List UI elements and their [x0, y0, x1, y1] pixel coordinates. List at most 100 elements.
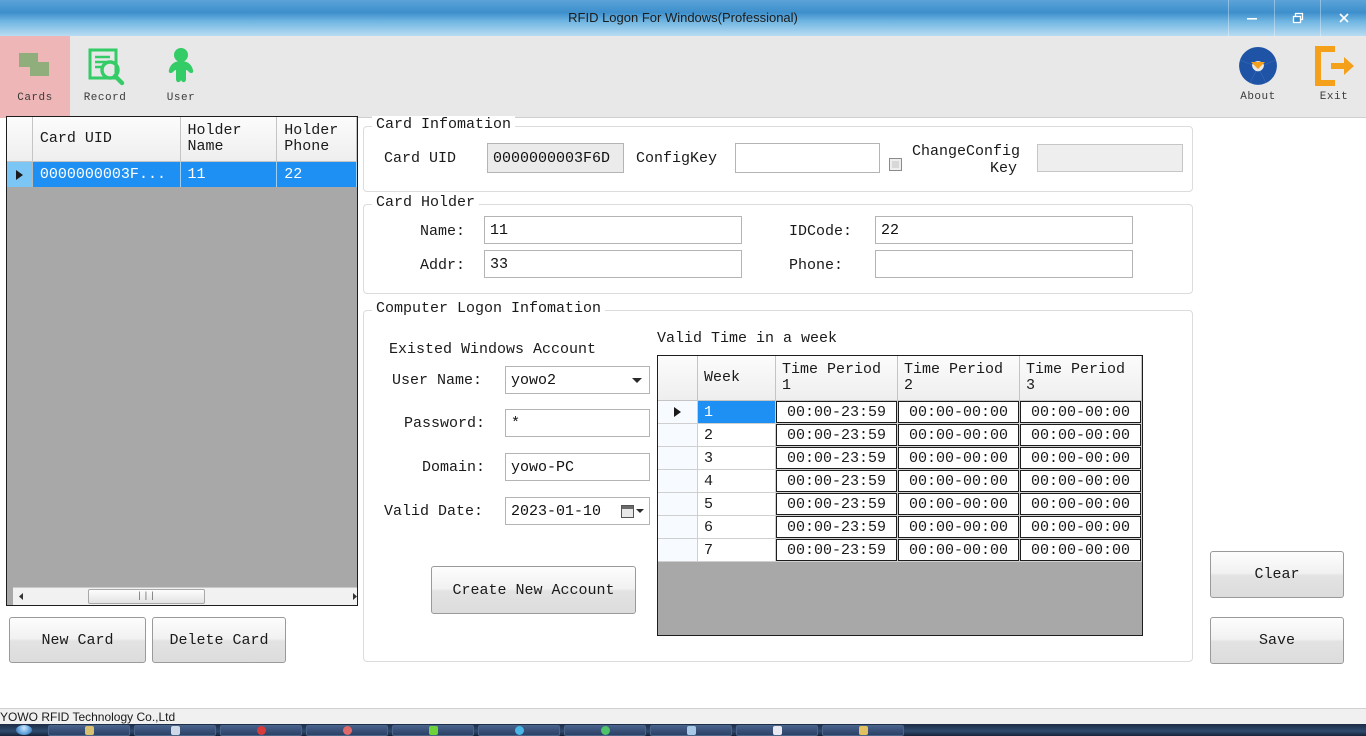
cell-period-3[interactable]: 00:00-00:00	[1020, 470, 1142, 493]
user-name-dropdown[interactable]: yowo2	[505, 366, 650, 394]
toolbar-item-record[interactable]: Record	[70, 36, 140, 118]
table-row[interactable]: 4 00:00-23:59 00:00-00:00 00:00-00:00	[658, 470, 1142, 493]
taskbar-item[interactable]	[48, 725, 130, 736]
card-grid-horizontal-scrollbar[interactable]: |||	[13, 587, 358, 605]
restore-button[interactable]	[1274, 0, 1320, 36]
valid-time-title: Valid Time in a week	[657, 330, 837, 347]
card-grid-header-holder-name[interactable]: Holder Name	[181, 117, 278, 162]
cell-week[interactable]: 3	[698, 447, 776, 470]
os-taskbar[interactable]	[0, 724, 1366, 736]
cell-week[interactable]: 7	[698, 539, 776, 562]
idcode-field[interactable]: 22	[875, 216, 1133, 244]
cell-period-2[interactable]: 00:00-00:00	[898, 470, 1020, 493]
table-row[interactable]: 0000000003F... 11 22	[7, 162, 357, 187]
cell-period-3[interactable]: 00:00-00:00	[1020, 539, 1142, 562]
domain-field[interactable]: yowo-PC	[505, 453, 650, 481]
cell-period-1[interactable]: 00:00-23:59	[776, 470, 898, 493]
taskbar-item[interactable]	[220, 725, 302, 736]
create-new-account-button[interactable]: Create New Account	[431, 566, 636, 614]
table-row[interactable]: 3 00:00-23:59 00:00-00:00 00:00-00:00	[658, 447, 1142, 470]
scroll-left-icon[interactable]	[13, 588, 30, 605]
cell-period-3[interactable]: 00:00-00:00	[1020, 401, 1142, 424]
table-row[interactable]: 7 00:00-23:59 00:00-00:00 00:00-00:00	[658, 539, 1142, 562]
holder-addr-field[interactable]: 33	[484, 250, 742, 278]
cell-period-2[interactable]: 00:00-00:00	[898, 424, 1020, 447]
card-list-grid[interactable]: Card UID Holder Name Holder Phone 000000…	[6, 116, 358, 606]
cell-period-3[interactable]: 00:00-00:00	[1020, 447, 1142, 470]
scrollbar-thumb[interactable]: |||	[88, 589, 205, 604]
change-config-key-field[interactable]	[1037, 144, 1183, 172]
toolbar-item-about[interactable]: About	[1220, 36, 1296, 118]
config-key-field[interactable]	[735, 143, 880, 173]
holder-name-label: Name:	[420, 223, 465, 240]
cell-week[interactable]: 1	[698, 401, 776, 424]
valid-time-header-week[interactable]: Week	[698, 356, 776, 401]
cell-card-uid[interactable]: 0000000003F...	[33, 162, 181, 187]
cell-period-1[interactable]: 00:00-23:59	[776, 516, 898, 539]
minimize-button[interactable]	[1228, 0, 1274, 36]
scrollbar-track[interactable]: |||	[30, 588, 346, 605]
cell-period-3[interactable]: 00:00-00:00	[1020, 516, 1142, 539]
row-marker-cell	[658, 424, 698, 447]
table-row[interactable]: 2 00:00-23:59 00:00-00:00 00:00-00:00	[658, 424, 1142, 447]
save-button[interactable]: Save	[1210, 617, 1344, 664]
cell-period-2[interactable]: 00:00-00:00	[898, 539, 1020, 562]
cell-holder-phone[interactable]: 22	[277, 162, 357, 187]
holder-name-field[interactable]: 11	[484, 216, 742, 244]
close-button[interactable]	[1320, 0, 1366, 36]
cell-period-1[interactable]: 00:00-23:59	[776, 493, 898, 516]
valid-time-header-period-1[interactable]: Time Period 1	[776, 356, 898, 401]
toolbar-item-cards[interactable]: Cards	[0, 36, 70, 118]
main-toolbar: Cards Record User	[0, 36, 1366, 118]
table-row[interactable]: 1 00:00-23:59 00:00-00:00 00:00-00:00	[658, 401, 1142, 424]
cell-week[interactable]: 2	[698, 424, 776, 447]
cell-period-3[interactable]: 00:00-00:00	[1020, 424, 1142, 447]
valid-time-header-period-2[interactable]: Time Period 2	[898, 356, 1020, 401]
valid-time-table[interactable]: Week Time Period 1 Time Period 2 Time Pe…	[657, 355, 1143, 636]
password-field[interactable]: *	[505, 409, 650, 437]
cell-period-1[interactable]: 00:00-23:59	[776, 447, 898, 470]
taskbar-item[interactable]	[736, 725, 818, 736]
exit-icon	[1311, 42, 1357, 90]
taskbar-item[interactable]	[134, 725, 216, 736]
taskbar-item[interactable]	[478, 725, 560, 736]
cell-period-2[interactable]: 00:00-00:00	[898, 516, 1020, 539]
cell-holder-name[interactable]: 11	[181, 162, 278, 187]
cell-period-3[interactable]: 00:00-00:00	[1020, 493, 1142, 516]
scroll-right-icon[interactable]	[346, 588, 358, 605]
cell-period-1[interactable]: 00:00-23:59	[776, 401, 898, 424]
clear-button[interactable]: Clear	[1210, 551, 1344, 598]
taskbar-item[interactable]	[564, 725, 646, 736]
cell-period-2[interactable]: 00:00-00:00	[898, 493, 1020, 516]
cell-week[interactable]: 4	[698, 470, 776, 493]
toolbar-item-exit[interactable]: Exit	[1296, 36, 1366, 118]
table-row[interactable]: 5 00:00-23:59 00:00-00:00 00:00-00:00	[658, 493, 1142, 516]
toolbar-item-user[interactable]: User	[146, 36, 216, 118]
idcode-label: IDCode:	[789, 223, 852, 240]
card-information-legend: Card Infomation	[372, 116, 515, 133]
start-button[interactable]	[0, 724, 48, 736]
valid-date-picker[interactable]: 2023-01-10	[505, 497, 650, 525]
change-config-key-checkbox[interactable]	[889, 158, 902, 171]
card-uid-field[interactable]: 0000000003F6D	[487, 143, 624, 173]
cell-week[interactable]: 5	[698, 493, 776, 516]
taskbar-item[interactable]	[650, 725, 732, 736]
new-card-button[interactable]: New Card	[9, 617, 146, 663]
taskbar-item[interactable]	[822, 725, 904, 736]
card-grid-header-holder-phone[interactable]: Holder Phone	[277, 117, 357, 162]
cell-period-2[interactable]: 00:00-00:00	[898, 401, 1020, 424]
holder-phone-field[interactable]	[875, 250, 1133, 278]
taskbar-item[interactable]	[392, 725, 474, 736]
cell-period-2[interactable]: 00:00-00:00	[898, 447, 1020, 470]
card-grid-header-card-uid[interactable]: Card UID	[33, 117, 181, 162]
cell-period-1[interactable]: 00:00-23:59	[776, 424, 898, 447]
card-grid-empty-area	[7, 187, 357, 606]
table-row[interactable]: 6 00:00-23:59 00:00-00:00 00:00-00:00	[658, 516, 1142, 539]
taskbar-item[interactable]	[306, 725, 388, 736]
valid-time-header-period-3[interactable]: Time Period 3	[1020, 356, 1142, 401]
window-title: RFID Logon For Windows(Professional)	[0, 0, 1366, 36]
calendar-icon[interactable]	[621, 505, 644, 518]
cell-week[interactable]: 6	[698, 516, 776, 539]
cell-period-1[interactable]: 00:00-23:59	[776, 539, 898, 562]
delete-card-button[interactable]: Delete Card	[152, 617, 286, 663]
